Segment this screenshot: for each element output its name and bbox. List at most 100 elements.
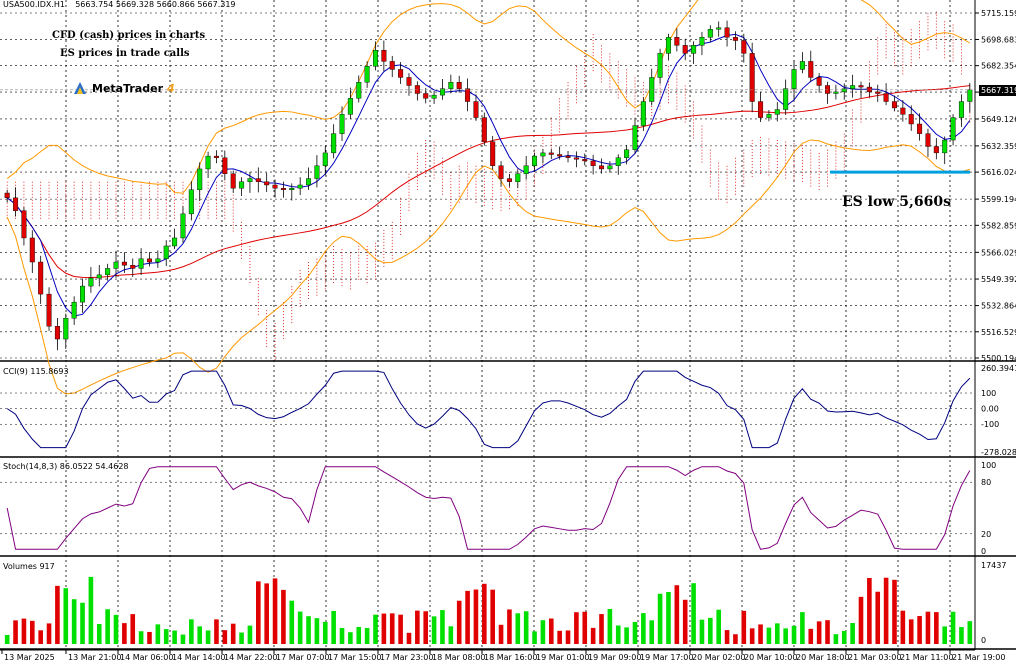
candle-body	[314, 165, 320, 179]
volume-bar	[63, 588, 69, 644]
candle-body	[297, 184, 303, 189]
stoch-tick-label: 0	[981, 547, 986, 556]
es-low-annotation: ES low 5,660s	[842, 194, 951, 210]
cci-tick-label: -100	[981, 420, 999, 429]
candle-body	[749, 53, 755, 102]
candle-body	[565, 155, 571, 158]
volume-bar	[808, 628, 814, 644]
candle-body	[498, 165, 504, 179]
candle-body	[21, 210, 27, 239]
candle-body	[540, 152, 546, 157]
candle-body	[239, 181, 245, 189]
volume-bar	[574, 612, 579, 644]
volume-bar	[850, 623, 855, 644]
price-tick-label: 5649.126	[981, 115, 1016, 124]
volume-bar	[532, 631, 537, 644]
volume-bar	[615, 625, 621, 644]
candle-body	[347, 98, 353, 115]
volume-bar	[741, 610, 747, 644]
candle-body	[758, 101, 764, 118]
candle-body	[615, 157, 621, 166]
volume-bar	[130, 614, 136, 644]
x-tick-label: 21 Mar 19:00	[952, 653, 1005, 662]
cci-line	[6, 370, 971, 449]
volume-bar	[515, 613, 521, 644]
volume-bar	[900, 610, 906, 644]
note-cfd: CFD (cash) prices in charts	[52, 30, 206, 41]
candle-body	[691, 45, 697, 54]
candle-body	[456, 82, 462, 89]
volume-bar	[465, 590, 470, 644]
stoch-title: Stoch(14,8,3) 86.0522 54.4628	[3, 462, 129, 471]
volume-bar	[306, 616, 311, 644]
candle-body	[481, 117, 487, 142]
candle-body	[197, 168, 203, 190]
price-tick-label: 5582.859	[981, 221, 1016, 230]
volume-bar	[733, 634, 738, 644]
volume-bar	[766, 627, 772, 644]
volume-bar	[297, 611, 303, 644]
volume-bar	[331, 610, 336, 644]
volume-bar	[172, 630, 177, 644]
bollinger-lower	[6, 139, 970, 395]
volume-bar	[934, 612, 939, 644]
candle-body	[423, 93, 429, 99]
x-tick-label: 20 Mar 18:00	[796, 653, 849, 662]
volume-bar	[791, 625, 797, 644]
volume-bar	[381, 613, 387, 644]
candle-body	[46, 293, 52, 327]
candle-body	[289, 187, 295, 190]
volume-bar	[498, 624, 504, 644]
volume-bar	[272, 578, 278, 644]
volume-bar	[88, 576, 94, 644]
volume-bar	[557, 630, 562, 644]
candle-body	[950, 117, 956, 141]
candle-body	[682, 45, 688, 54]
candle-body	[172, 237, 178, 247]
candle-body	[657, 53, 663, 78]
volume-bar	[724, 630, 730, 644]
volume-bar	[967, 621, 973, 644]
candle-body	[573, 157, 579, 160]
volume-bar	[80, 602, 85, 644]
candle-body	[255, 178, 261, 182]
volume-bar	[582, 611, 588, 644]
volume-bar	[189, 619, 194, 644]
volume-tick-label: 17437	[981, 561, 1006, 570]
candle-body	[532, 155, 538, 166]
stoch-tick-label: 20	[981, 530, 991, 539]
stoch-tick-label: 100	[981, 461, 996, 470]
volume-tick-label: 0	[981, 636, 986, 645]
volume-bar	[180, 634, 186, 644]
candle-body	[389, 61, 395, 70]
candle-body	[933, 146, 939, 154]
volume-bar	[691, 583, 696, 644]
volume-bar	[774, 623, 780, 644]
volume-bar	[138, 631, 144, 644]
candle-body	[958, 101, 964, 118]
x-tick-label: 14 Mar 06:00	[120, 653, 173, 662]
candle-body	[841, 88, 847, 93]
candle-body	[80, 285, 86, 303]
volume-bar	[163, 629, 169, 644]
candle-body	[808, 61, 814, 78]
candle-body	[364, 66, 370, 83]
volume-bar	[708, 617, 713, 644]
volume-bar	[473, 589, 479, 644]
x-tick-label: 17 Mar 15:00	[328, 653, 381, 662]
x-tick-label: 18 Mar 16:00	[484, 653, 537, 662]
volume-bar	[29, 620, 35, 644]
candle-body	[465, 88, 471, 102]
candle-body	[130, 265, 136, 269]
candle-body	[155, 258, 161, 263]
candle-body	[29, 237, 35, 263]
volume-bar	[389, 613, 395, 644]
candle-body	[908, 114, 914, 125]
volume-bar	[122, 623, 127, 644]
volume-bar	[959, 627, 964, 644]
volume-bar	[523, 611, 529, 644]
metatrader-logo: MetaTrader 4	[72, 80, 175, 96]
ma-fast-line	[6, 33, 971, 317]
volume-bar	[256, 581, 261, 644]
candle-body	[113, 261, 119, 269]
